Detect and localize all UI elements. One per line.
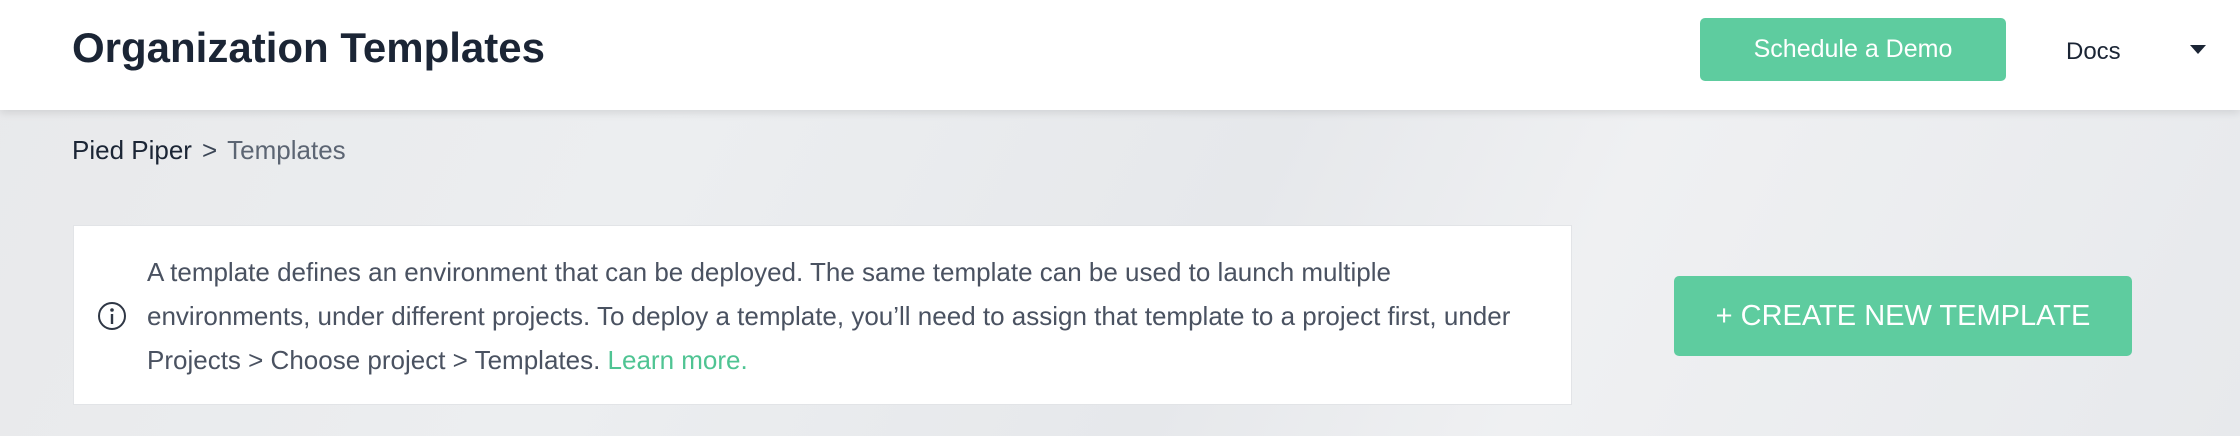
top-bar: Organization Templates Schedule a Demo D… bbox=[0, 0, 2240, 110]
info-text: A template defines an environment that c… bbox=[147, 257, 1511, 375]
info-circle-icon bbox=[96, 300, 128, 332]
breadcrumb: Pied Piper > Templates bbox=[72, 130, 346, 170]
learn-more-link[interactable]: Learn more. bbox=[608, 345, 748, 375]
breadcrumb-organization[interactable]: Pied Piper bbox=[72, 135, 192, 165]
create-new-template-button[interactable]: + CREATE NEW TEMPLATE bbox=[1674, 276, 2132, 356]
breadcrumb-separator: > bbox=[201, 135, 218, 165]
caret-down-icon[interactable] bbox=[2184, 36, 2212, 64]
info-banner: A template defines an environment that c… bbox=[73, 225, 1572, 405]
info-description: A template defines an environment that c… bbox=[147, 250, 1557, 382]
docs-link[interactable]: Docs bbox=[2066, 30, 2121, 74]
schedule-demo-button[interactable]: Schedule a Demo bbox=[1700, 18, 2006, 81]
page-title: Organization Templates bbox=[72, 24, 545, 71]
breadcrumb-current: Templates bbox=[227, 135, 346, 165]
